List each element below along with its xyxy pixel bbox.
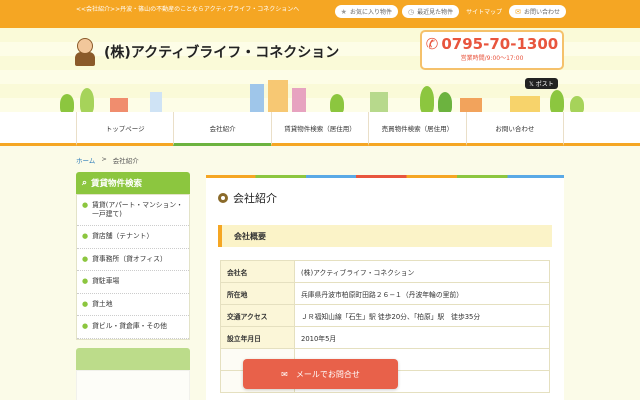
bullet-icon: ●	[82, 201, 89, 209]
global-nav: トップページ 会社紹介 賃貸物件検索（居住用） 売買物件検索（居住用） お問い合…	[0, 112, 640, 146]
breadcrumb: ホーム > 会社紹介	[76, 155, 139, 165]
sidebar-title: ⌕ 賃貸物件検索	[76, 172, 190, 194]
mascot-icon	[74, 38, 98, 66]
sidebar: ⌕ 賃貸物件検索 ● 賃貸(アパート・マンション・一戸建て) ● 貸店舗（テナント）…	[76, 172, 190, 400]
site-header: (株)アクティブライフ・コネクション ✆ 0795-70-1300 営業時間/9:…	[0, 28, 640, 114]
star-icon: ★	[340, 7, 347, 16]
table-row: 設立年月日 2010年5月	[220, 326, 550, 349]
top-links: ★ お気に入り物件 ◷ 最近見た物件 サイトマップ ✉ お問い合わせ	[334, 5, 566, 18]
phone-box[interactable]: ✆ 0795-70-1300 営業時間/9:00〜17:00	[420, 30, 564, 70]
sidebar-item-land[interactable]: ● 貸土地	[77, 294, 189, 317]
sidebar-item-parking[interactable]: ● 貸駐車場	[77, 271, 189, 294]
top-bar: <<会社紹介>>丹波・篠山の不動産のことならアクティブライフ・コネクションへ ★…	[0, 0, 640, 28]
clock-icon: ◷	[407, 7, 415, 16]
section-heading: 会社概要	[218, 225, 552, 247]
sidebar-item-rental-housing[interactable]: ● 賃貸(アパート・マンション・一戸建て)	[77, 195, 189, 227]
favorites-button[interactable]: ★ お気に入り物件	[334, 5, 398, 18]
mail-contact-button[interactable]: ✉ メールでお問合せ	[243, 359, 398, 389]
breadcrumb-separator: >	[101, 155, 107, 163]
bullet-icon: ●	[82, 277, 89, 286]
contact-button[interactable]: ✉ お問い合わせ	[509, 5, 566, 18]
table-row: 所在地 兵庫県丹波市柏原町田路２６−１（丹波年輪の里前）	[220, 282, 550, 305]
ring-icon	[218, 193, 228, 203]
nav-rent-search[interactable]: 賃貸物件検索（居住用）	[270, 112, 369, 146]
recent-button[interactable]: ◷ 最近見た物件	[401, 5, 460, 18]
breadcrumb-home[interactable]: ホーム	[76, 155, 95, 165]
site-logo[interactable]: (株)アクティブライフ・コネクション	[74, 38, 339, 66]
site-name: (株)アクティブライフ・コネクション	[104, 45, 340, 61]
table-row: 交通アクセス ＪＲ福知山線「石生」駅 徒歩20分、「柏原」駅 徒歩35分	[220, 304, 550, 327]
breadcrumb-current: 会社紹介	[112, 157, 139, 165]
nav-company[interactable]: 会社紹介	[173, 112, 271, 146]
bullet-icon: ●	[82, 232, 89, 241]
sitemap-link[interactable]: サイトマップ	[463, 5, 505, 18]
sidebar-second-header	[76, 347, 190, 370]
sidebar-list: ● 賃貸(アパート・マンション・一戸建て) ● 貸店舗（テナント） ● 貸事務所（貸オ…	[76, 194, 190, 340]
sidebar-item-office[interactable]: ● 貸事務所（貸オフィス）	[77, 249, 189, 272]
nav-sale-search[interactable]: 売買物件検索（居住用）	[368, 112, 466, 146]
nav-contact[interactable]: お問い合わせ	[465, 112, 565, 146]
nav-top[interactable]: トップページ	[76, 112, 174, 146]
bullet-icon: ●	[82, 254, 89, 263]
sidebar-item-other[interactable]: ● 貸ビル・貸倉庫・その他	[77, 316, 189, 339]
sidebar-item-shop[interactable]: ● 貸店舗（テナント）	[77, 226, 189, 249]
search-icon: ⌕	[82, 178, 88, 188]
town-illustration	[40, 76, 600, 114]
business-hours: 営業時間/9:00〜17:00	[460, 55, 524, 62]
phone-icon: ✆	[425, 35, 439, 53]
site-tagline: <<会社紹介>>丹波・篠山の不動産のことならアクティブライフ・コネクションへ	[76, 6, 300, 13]
bullet-icon: ●	[82, 322, 89, 331]
phone-number: 0795-70-1300	[441, 35, 559, 53]
table-row: 会社名 (株)アクティブライフ・コネクション	[220, 260, 550, 283]
mail-icon: ✉	[281, 369, 288, 379]
page-title: 会社紹介	[218, 190, 277, 206]
mail-icon: ✉	[515, 7, 521, 16]
sidebar-second-list	[76, 369, 190, 400]
bullet-icon: ●	[82, 299, 89, 308]
